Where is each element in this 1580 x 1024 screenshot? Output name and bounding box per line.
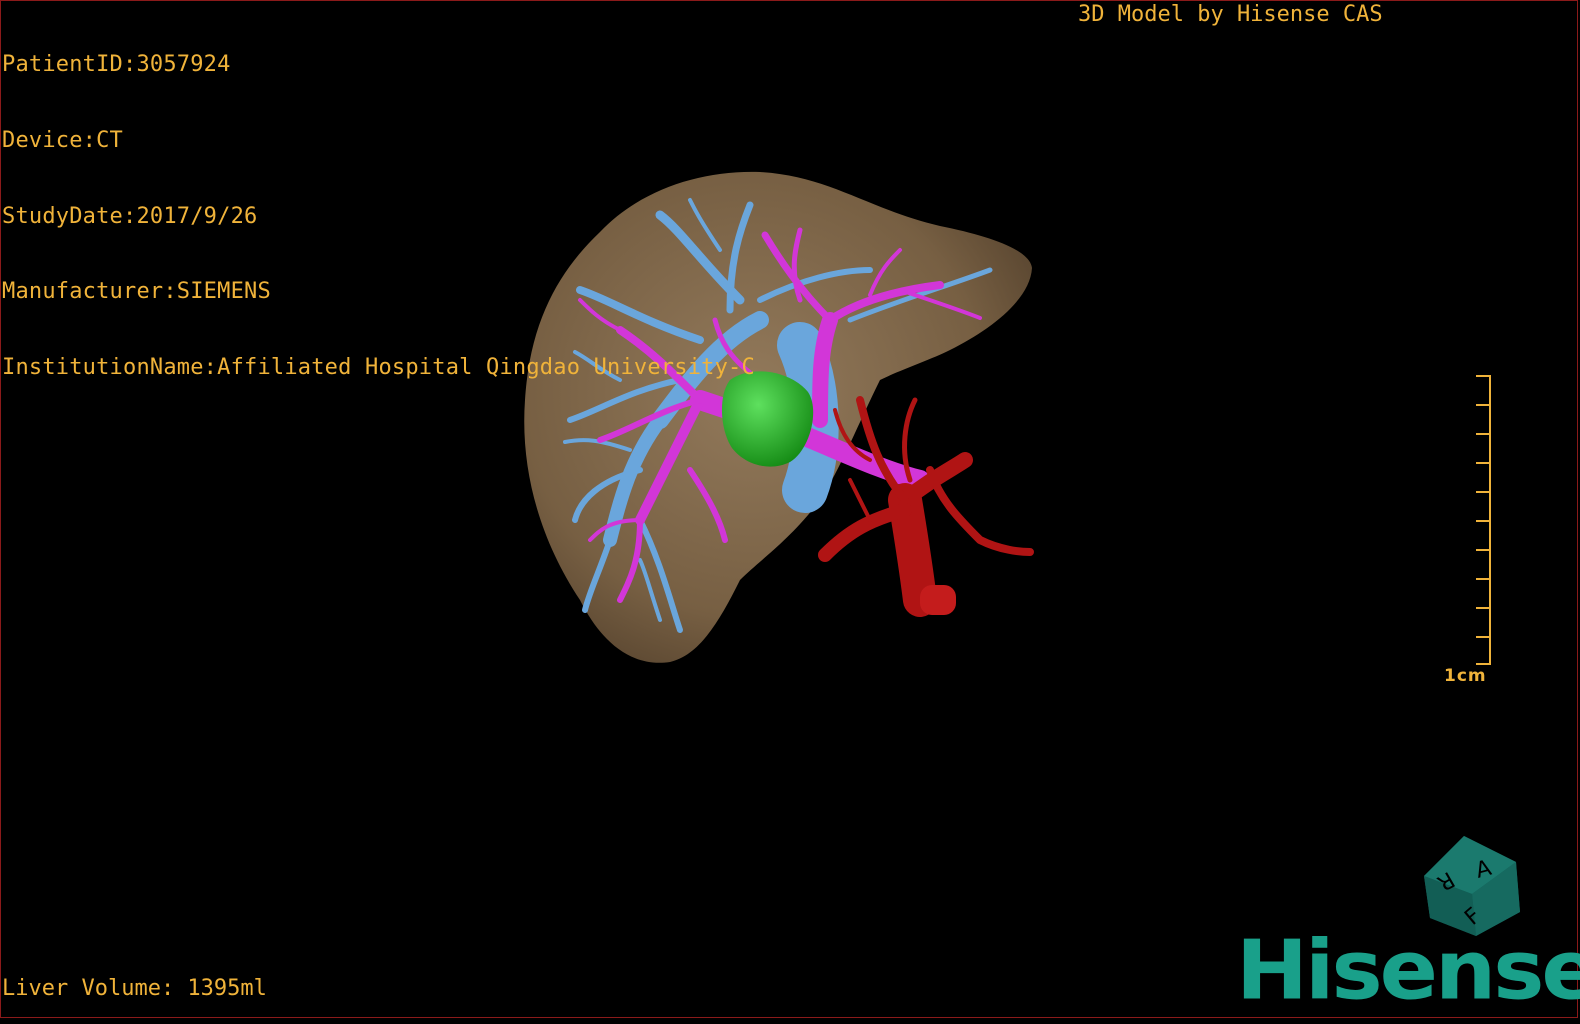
device: Device:CT (2, 128, 124, 153)
hisense-logo: Hisense (1236, 923, 1580, 1019)
study-info-overlay: PatientID:3057924 Device:CT StudyDate:20… (2, 2, 755, 405)
scale-bar-label: 1cm (1444, 666, 1487, 686)
patient-id: PatientID:3057924 (2, 52, 231, 78)
scale-bar-ruler (1476, 375, 1491, 665)
study-date: StudyDate:2017/9/26 (2, 203, 258, 229)
institution-name: InstitutionName:Affiliated Hospital Qing… (2, 354, 755, 380)
scale-bar (1440, 372, 1500, 692)
model-credit: 3D Model by Hisense CAS (1078, 2, 1383, 27)
liver-volume: Liver Volume: 1395ml (2, 976, 267, 1001)
manufacturer: Manufacturer:SIEMENS (2, 279, 271, 305)
artery-stump (920, 585, 956, 615)
